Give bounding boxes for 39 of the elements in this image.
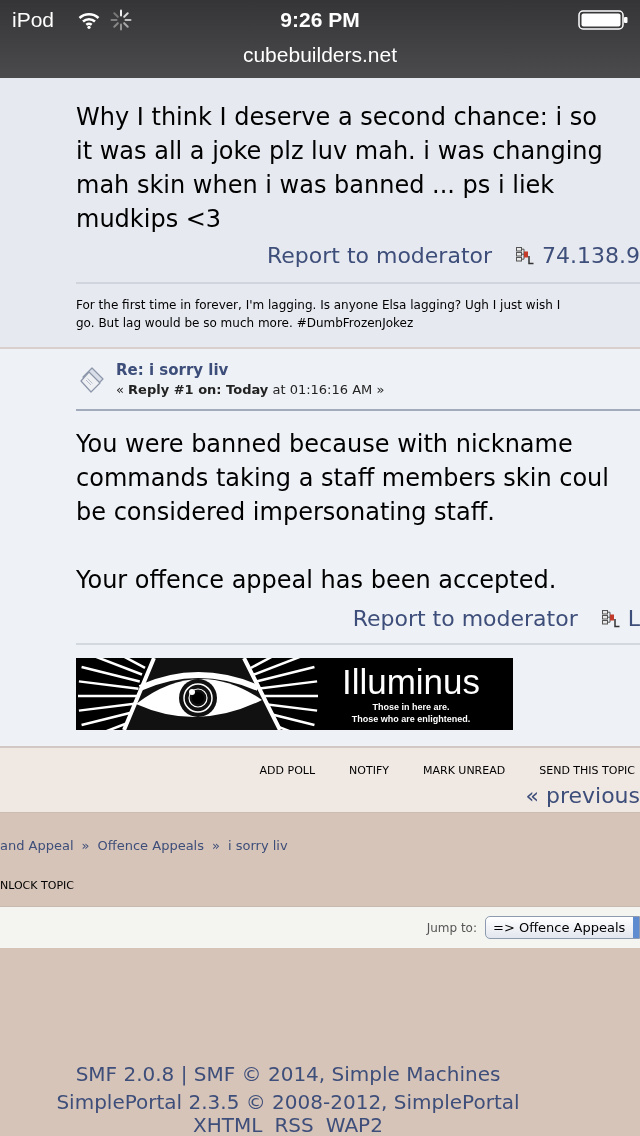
report-to-moderator-link[interactable]: Report to moderator	[352, 605, 578, 633]
breadcrumb-link[interactable]: i sorry liv	[227, 837, 288, 855]
jump-to-select[interactable]: => Offence Appeals	[485, 916, 640, 939]
footer-credit-link[interactable]: SimplePortal 2.3.5 © 2008-2012, SimplePortal	[56, 1088, 520, 1116]
post-body-text: You were banned because with nickname commands taking a staff members skin coul be considered impersonating staff.	[76, 429, 609, 528]
topic-action-link[interactable]: NOTIFY	[349, 764, 389, 777]
report-to-moderator-link[interactable]: Report to moderator	[266, 242, 493, 270]
documents-icon	[80, 367, 104, 393]
network-icon	[601, 610, 620, 628]
reply-info: « Reply #1 on: Today at 01:16:16 AM »	[116, 381, 385, 399]
banner-title: Illuminus	[341, 663, 481, 701]
moderation-action-link[interactable]: NLOCK TOPIC	[0, 879, 74, 892]
url-text[interactable]: cubebuilders.net	[242, 42, 398, 68]
breadcrumb-link[interactable]: Offence Appeals	[97, 837, 204, 855]
device-name: iPod	[12, 8, 55, 32]
post-subject-link[interactable]: Re: i sorry liv	[116, 361, 229, 380]
topic-action-link[interactable]: MARK UNREAD	[422, 764, 506, 777]
network-icon	[516, 247, 535, 265]
breadcrumb-separator: »	[81, 837, 90, 855]
previous-page-link[interactable]: « previous	[525, 782, 640, 810]
loading-spinner-icon	[110, 9, 133, 31]
ip-address-link[interactable]: 74.138.9	[542, 242, 640, 270]
breadcrumb-separator: »	[212, 837, 220, 855]
signature-text: For the first time in forever, I'm lagging. Is anyone Elsa lagging? Ugh I just wish I go. But lag would be so much more. #DumbFrozenJokez	[76, 297, 561, 332]
topic-action-link[interactable]: SEND THIS TOPIC	[539, 764, 635, 777]
footer-credit-link[interactable]: SMF 2.0.8 | SMF © 2014, Simple Machines	[75, 1060, 501, 1088]
footer-link[interactable]: WAP2	[325, 1116, 383, 1135]
topic-action-link[interactable]: ADD POLL	[259, 764, 316, 777]
wifi-icon	[78, 11, 101, 29]
post-body-text: Your offence appeal has been accepted.	[76, 565, 557, 596]
banner-tagline: Those in here are. Those who are enlightened.	[351, 701, 471, 725]
jump-to-label: Jump to:	[426, 919, 477, 936]
battery-icon	[578, 10, 628, 30]
footer-link[interactable]: XHTML	[193, 1116, 263, 1135]
post-body-text: Why I think I deserve a second chance: i so it was all a joke plz luv mah. i was changing mah skin when i was banned ... ps i liek mudkips <3	[76, 102, 603, 235]
clock-time: 9:26 PM	[280, 8, 360, 32]
ip-address-link[interactable]: L	[627, 605, 640, 633]
footer-link[interactable]: RSS	[274, 1116, 314, 1135]
breadcrumb-link[interactable]: and Appeal	[0, 837, 74, 855]
